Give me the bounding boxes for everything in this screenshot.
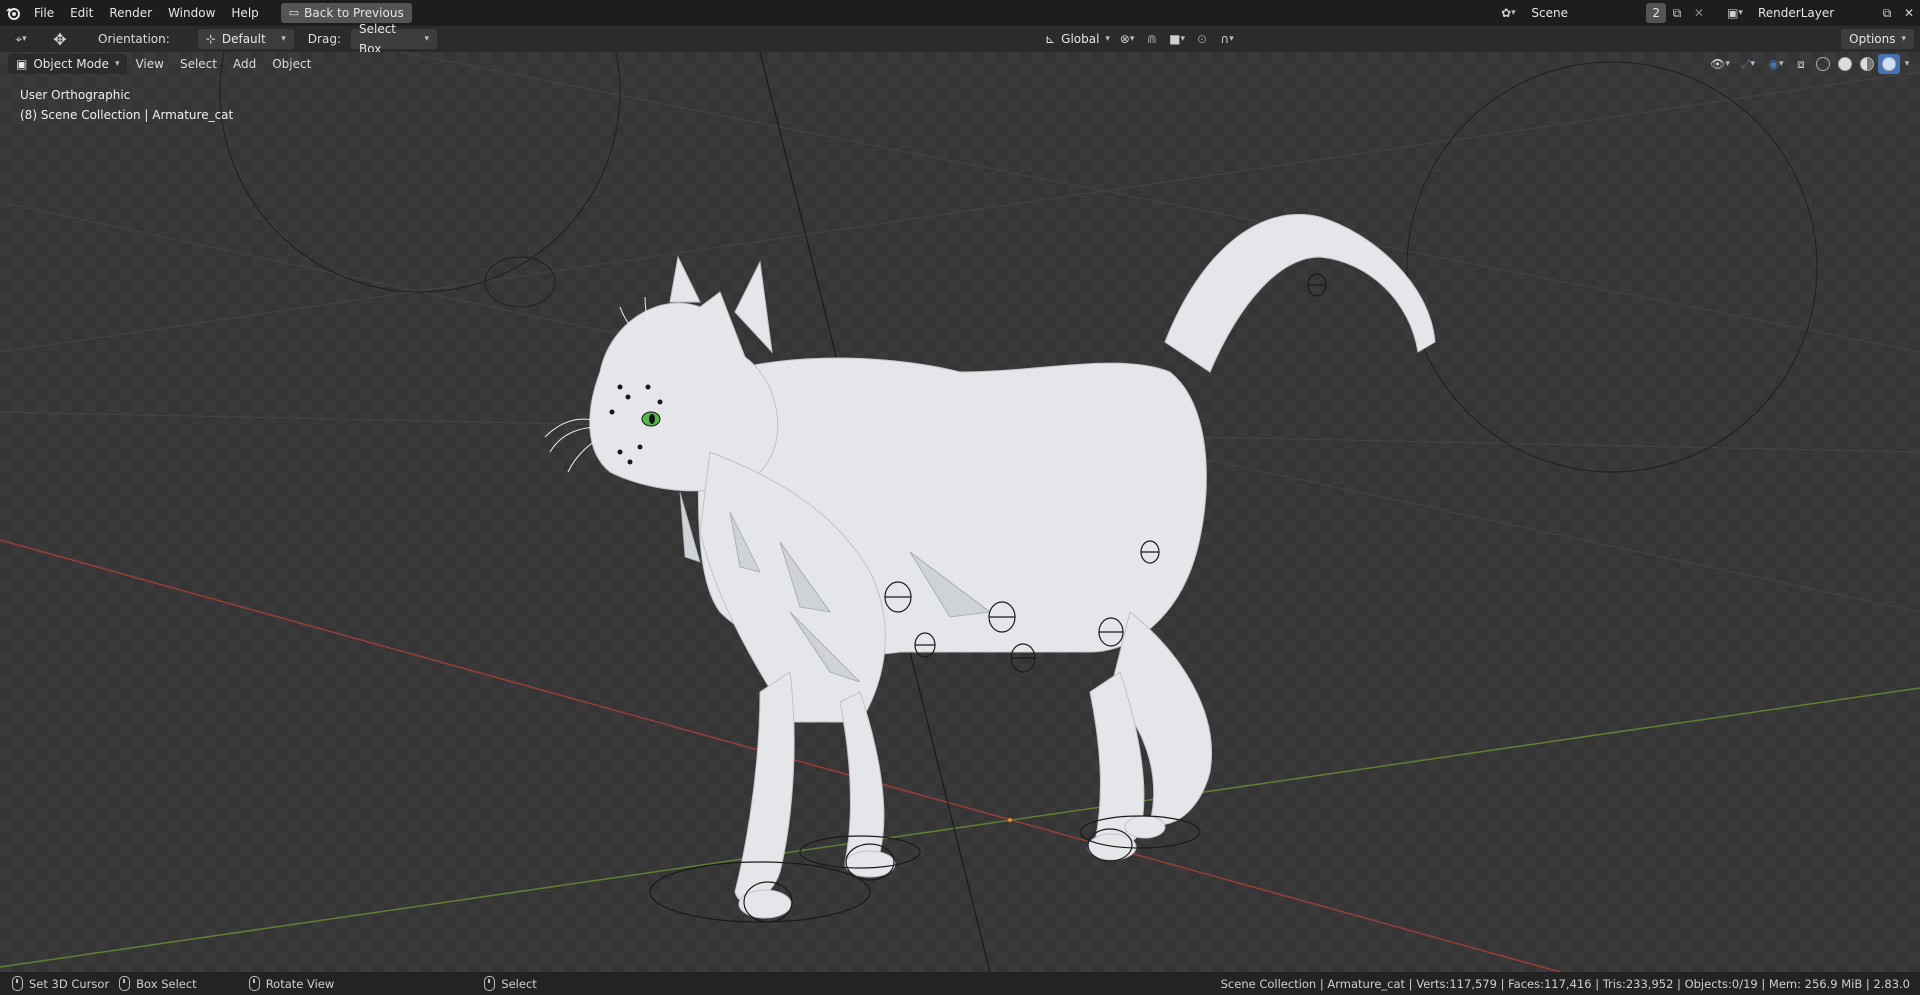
wireframe-shading-icon[interactable] bbox=[1812, 54, 1834, 74]
scene-users-count[interactable]: 2 bbox=[1646, 3, 1666, 23]
mouse-right-icon bbox=[484, 976, 496, 991]
drag-label: Drag: bbox=[307, 32, 341, 46]
viewport-menu-view[interactable]: View bbox=[127, 52, 171, 76]
new-scene-icon[interactable]: ⧉ bbox=[1666, 3, 1688, 23]
scene-selector-icon[interactable]: ✿ ▾ bbox=[1497, 3, 1519, 23]
rendered-shading-icon[interactable] bbox=[1878, 54, 1900, 74]
editor-type-icon[interactable]: ⌖ ▾ bbox=[4, 29, 38, 49]
move-tool-icon[interactable]: ✥ bbox=[46, 29, 74, 49]
global-axes-icon: ⊾ bbox=[1045, 32, 1056, 46]
light-circle bbox=[1406, 61, 1818, 473]
hint-select-label: Select bbox=[501, 976, 537, 991]
origin-point bbox=[1008, 818, 1012, 822]
options-label: Options bbox=[1849, 32, 1896, 46]
menu-window[interactable]: Window bbox=[160, 0, 223, 26]
scene-name-field[interactable]: Scene bbox=[1523, 3, 1645, 23]
blender-logo-icon[interactable] bbox=[0, 5, 26, 21]
xray-icon[interactable]: ⧈ bbox=[1790, 54, 1812, 74]
gizmo-icon[interactable]: ⤢ ▾ bbox=[1734, 54, 1762, 74]
chevron-down-icon: ▾ bbox=[1901, 34, 1907, 44]
solid-shading-icon[interactable] bbox=[1834, 54, 1856, 74]
chevron-down-icon: ▾ bbox=[1105, 34, 1110, 44]
overlays-icon[interactable]: ◉ ▾ bbox=[1762, 54, 1790, 74]
status-bar: Set 3D Cursor Box Select Rotate View Sel… bbox=[0, 972, 1920, 995]
mouse-left-icon bbox=[12, 976, 23, 991]
viewport-menu-select[interactable]: Select bbox=[172, 52, 225, 76]
hint-set-3d-cursor: Set 3D Cursor bbox=[12, 976, 109, 991]
new-view-layer-icon[interactable]: ⧉ bbox=[1876, 3, 1898, 23]
y-axis-line bbox=[0, 687, 1920, 968]
mouse-drag-icon bbox=[119, 976, 131, 991]
shading-options-icon[interactable]: ▾ bbox=[1900, 54, 1914, 74]
orientation-dropdown[interactable]: ⊹ Default ▾ bbox=[197, 29, 294, 49]
hint-box-select: Box Select bbox=[119, 976, 197, 991]
light-circle bbox=[219, 52, 621, 293]
view-name-label: User Orthographic bbox=[20, 88, 131, 102]
menu-edit[interactable]: Edit bbox=[62, 0, 101, 26]
hint-rotate-view-label: Rotate View bbox=[265, 976, 335, 991]
proportional-editing-icon[interactable]: ⊙ bbox=[1191, 29, 1213, 49]
transform-orientation-dropdown[interactable]: ⊾ Global ▾ bbox=[1037, 29, 1114, 49]
transform-orientation-value: Global bbox=[1061, 32, 1100, 46]
object-mode-label: Object Mode bbox=[33, 57, 109, 71]
chevron-down-icon: ▾ bbox=[281, 34, 286, 44]
orientation-value: Default bbox=[221, 32, 266, 46]
top-bar: File Edit Render Window Help ▭ Back to P… bbox=[0, 0, 1920, 26]
orientation-label: Orientation: bbox=[98, 32, 170, 46]
snap-target-icon[interactable]: ■ ▾ bbox=[1163, 29, 1191, 49]
render-layer-field[interactable]: RenderLayer bbox=[1750, 3, 1876, 23]
object-mode-icon: ▣ bbox=[16, 57, 28, 71]
hint-select: Select bbox=[484, 976, 537, 991]
options-dropdown[interactable]: Options ▾ bbox=[1841, 29, 1915, 49]
hint-rotate-view: Rotate View bbox=[248, 976, 335, 991]
object-mode-dropdown[interactable]: ▣ Object Mode ▾ bbox=[8, 54, 128, 74]
menu-help[interactable]: Help bbox=[223, 0, 266, 26]
pivot-point-icon[interactable]: ⊗ ▾ bbox=[1113, 29, 1141, 49]
visibility-icon[interactable]: 👁 ▾ bbox=[1706, 54, 1734, 74]
chevron-down-icon: ▾ bbox=[424, 34, 429, 44]
viewport-header: ▣ Object Mode ▾ View Select Add Object 👁… bbox=[0, 52, 1920, 76]
cat-model[interactable] bbox=[589, 213, 1436, 919]
falloff-curve-icon[interactable]: ∩ ▾ bbox=[1213, 29, 1241, 49]
delete-view-layer-icon[interactable]: ✕ bbox=[1898, 3, 1920, 23]
hint-box-select-label: Box Select bbox=[136, 976, 197, 991]
material-shading-icon[interactable] bbox=[1856, 54, 1878, 74]
chevron-down-icon: ▾ bbox=[114, 59, 120, 69]
menu-render[interactable]: Render bbox=[101, 0, 160, 26]
collection-info-label: (8) Scene Collection | Armature_cat bbox=[20, 108, 234, 122]
drag-dropdown[interactable]: Select Box ▾ bbox=[350, 22, 437, 56]
viewport-menu-add[interactable]: Add bbox=[225, 52, 264, 76]
view-layer-selector-icon[interactable]: ▣ ▾ bbox=[1724, 3, 1746, 23]
screen-icon: ▭ bbox=[288, 6, 300, 19]
delete-scene-icon[interactable]: ✕ bbox=[1688, 3, 1710, 23]
scene-statistics: Scene Collection | Armature_cat | Verts:… bbox=[1220, 976, 1910, 991]
menu-file[interactable]: File bbox=[26, 0, 62, 26]
3d-viewport[interactable]: ▣ Object Mode ▾ View Select Add Object 👁… bbox=[0, 52, 1920, 972]
hint-set-3d-cursor-label: Set 3D Cursor bbox=[29, 976, 110, 991]
transform-pivot-icon: ⊹ bbox=[205, 32, 216, 46]
viewport-scene bbox=[0, 52, 1920, 972]
snap-icon[interactable]: ⋒ bbox=[1141, 29, 1163, 49]
tool-settings-bar: ⌖ ▾ ✥ Orientation: ⊹ Default ▾ Drag: Sele… bbox=[0, 22, 1920, 56]
viewport-menu-object[interactable]: Object bbox=[264, 52, 319, 76]
mouse-middle-icon bbox=[248, 976, 260, 991]
